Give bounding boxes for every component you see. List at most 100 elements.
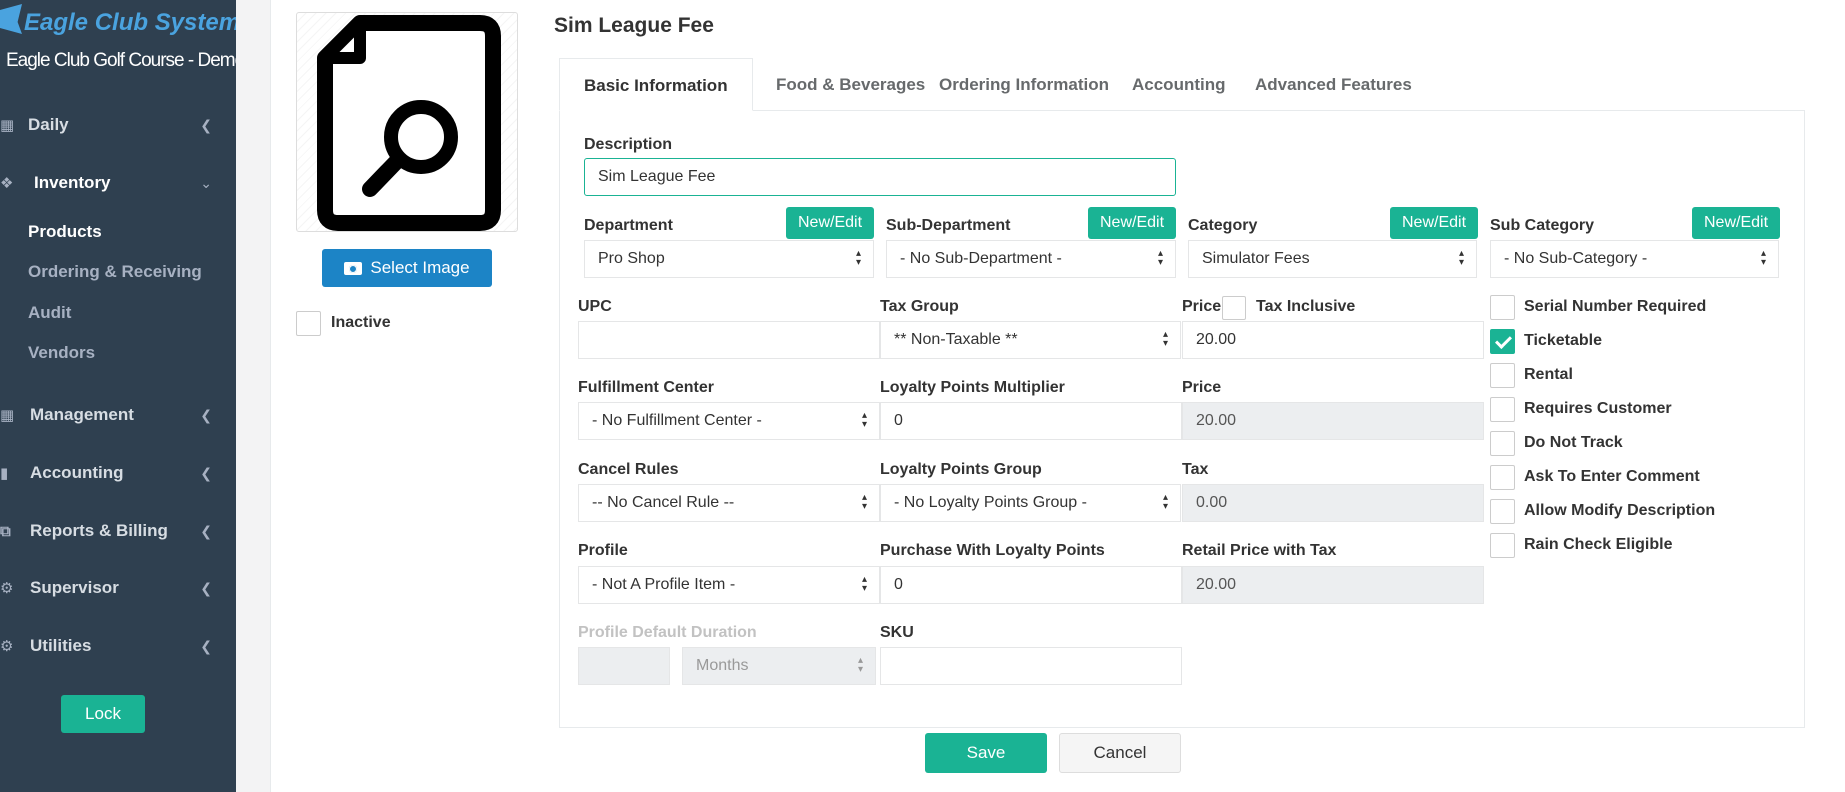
sidebar-subitem-products[interactable]: Products — [28, 217, 102, 247]
sidebar-item-management[interactable]: ▦ Management ❮ — [0, 390, 236, 440]
requires-customer-checkbox[interactable] — [1490, 397, 1515, 422]
lock-button[interactable]: Lock — [61, 695, 145, 733]
retail-price-tax-field: 20.00 — [1182, 566, 1484, 604]
cancel-rules-label: Cancel Rules — [578, 461, 679, 478]
tax-group-select[interactable]: ** Non-Taxable ** — [880, 321, 1181, 359]
requires-customer-label: Requires Customer — [1524, 400, 1672, 417]
allow-modify-description-checkbox[interactable] — [1490, 499, 1515, 524]
sidebar-item-label: Management — [30, 405, 134, 424]
tab-advanced-features[interactable]: Advanced Features — [1231, 58, 1436, 111]
sidebar-item-accounting[interactable]: ▮ Accounting ❮ — [0, 448, 236, 498]
serial-number-required-label: Serial Number Required — [1524, 298, 1707, 315]
profile-duration-input — [578, 647, 670, 685]
tab-basic-information[interactable]: Basic Information — [559, 58, 753, 111]
sub-category-select[interactable]: - No Sub-Category - — [1490, 240, 1779, 278]
fulfillment-center-label: Fulfillment Center — [578, 379, 715, 396]
select-image-label: Select Image — [370, 258, 470, 277]
sidebar-subitem-audit[interactable]: Audit — [28, 298, 71, 328]
loyalty-group-label: Loyalty Points Group — [880, 461, 1042, 478]
sidebar-subitem-ordering-receiving[interactable]: Ordering & Receiving — [28, 257, 202, 287]
copy-icon: ⧉ — [0, 522, 11, 540]
select-image-button[interactable]: Select Image — [322, 249, 492, 287]
category-select[interactable]: Simulator Fees — [1188, 240, 1477, 278]
tax-group-label: Tax Group — [880, 298, 959, 315]
loyalty-multiplier-input[interactable]: 0 — [880, 402, 1182, 440]
calendar-icon: ▦ — [0, 117, 15, 134]
sidebar-item-daily[interactable]: ▦ Daily ❮ — [0, 100, 236, 150]
inactive-checkbox[interactable] — [296, 311, 321, 336]
ticketable-label: Ticketable — [1524, 332, 1602, 349]
tab-ordering-information[interactable]: Ordering Information — [915, 58, 1133, 111]
chevron-left-icon: ❮ — [200, 407, 212, 423]
category-new-edit-button[interactable]: New/Edit — [1390, 207, 1478, 239]
department-new-edit-button[interactable]: New/Edit — [786, 207, 874, 239]
sidebar-item-reports-billing[interactable]: ⧉ Reports & Billing ❮ — [0, 506, 236, 556]
sidebar: Eagle Club Systems Eagle Club Golf Cours… — [0, 0, 253, 792]
sidebar-item-label: Inventory — [34, 173, 111, 192]
fulfillment-center-select[interactable]: - No Fulfillment Center - — [578, 402, 880, 440]
profile-select[interactable]: - Not A Profile Item - — [578, 566, 880, 604]
grid-icon: ▦ — [0, 407, 15, 424]
purchase-loyalty-input[interactable]: 0 — [880, 566, 1182, 604]
profile-duration-unit-select: Months — [682, 647, 876, 685]
cancel-rules-select[interactable]: -- No Cancel Rule -- — [578, 484, 880, 522]
rental-label: Rental — [1524, 366, 1573, 383]
inactive-label: Inactive — [331, 314, 391, 331]
sub-category-label: Sub Category — [1490, 217, 1595, 234]
ask-to-enter-comment-checkbox[interactable] — [1490, 465, 1515, 490]
tax-label: Tax — [1182, 461, 1209, 478]
do-not-track-checkbox[interactable] — [1490, 431, 1515, 456]
ticketable-checkbox[interactable] — [1490, 329, 1515, 354]
retail-price-tax-label: Retail Price with Tax — [1182, 542, 1337, 559]
sidebar-item-supervisor[interactable]: ⚙ Supervisor ❮ — [0, 563, 236, 613]
rain-check-eligible-label: Rain Check Eligible — [1524, 536, 1673, 553]
sub-department-new-edit-button[interactable]: New/Edit — [1088, 207, 1176, 239]
purchase-loyalty-label: Purchase With Loyalty Points — [880, 542, 1105, 559]
chevron-left-icon: ❮ — [200, 465, 212, 481]
description-input[interactable]: Sim League Fee — [584, 158, 1176, 196]
sidebar-item-label: Supervisor — [30, 578, 119, 597]
sidebar-item-label: Reports & Billing — [30, 521, 168, 540]
category-label: Category — [1188, 217, 1258, 234]
sidebar-item-label: Utilities — [30, 636, 92, 655]
loyalty-multiplier-label: Loyalty Points Multiplier — [880, 379, 1065, 396]
tax-inclusive-checkbox[interactable] — [1222, 296, 1246, 320]
brand-name: Eagle Club Systems — [24, 9, 254, 36]
sidebar-subitem-vendors[interactable]: Vendors — [28, 338, 95, 368]
sidebar-item-inventory[interactable]: ❖ Inventory ⌄ — [0, 158, 236, 208]
upc-label: UPC — [578, 298, 612, 315]
sidebar-item-utilities[interactable]: ⚙ Utilities ❮ — [0, 621, 236, 671]
camera-icon — [344, 261, 363, 275]
department-select[interactable]: Pro Shop — [584, 240, 874, 278]
brand-logo[interactable]: Eagle Club Systems — [0, 4, 253, 37]
loyalty-group-select[interactable]: - No Loyalty Points Group - — [880, 484, 1181, 522]
chevron-down-icon: ⌄ — [200, 175, 212, 191]
upc-input[interactable] — [578, 321, 880, 359]
price-readonly-field: 20.00 — [1182, 402, 1484, 440]
sub-department-label: Sub-Department — [886, 217, 1011, 234]
cubes-icon: ❖ — [0, 175, 14, 192]
tax-inclusive-label: Tax Inclusive — [1256, 298, 1356, 315]
profile-label: Profile — [578, 542, 628, 559]
chevron-left-icon: ❮ — [200, 523, 212, 539]
serial-number-required-checkbox[interactable] — [1490, 295, 1515, 320]
tab-accounting[interactable]: Accounting — [1108, 58, 1250, 111]
allow-modify-description-label: Allow Modify Description — [1524, 502, 1716, 519]
tax-field: 0.00 — [1182, 484, 1484, 522]
ask-to-enter-comment-label: Ask To Enter Comment — [1524, 468, 1700, 485]
rain-check-eligible-checkbox[interactable] — [1490, 533, 1515, 558]
department-label: Department — [584, 217, 673, 234]
page-title: Sim League Fee — [554, 14, 714, 37]
save-button[interactable]: Save — [925, 733, 1047, 773]
product-image-box — [296, 12, 518, 232]
sku-input[interactable] — [880, 647, 1182, 685]
do-not-track-label: Do Not Track — [1524, 434, 1623, 451]
sub-department-select[interactable]: - No Sub-Department - — [886, 240, 1176, 278]
sub-category-new-edit-button[interactable]: New/Edit — [1692, 207, 1780, 239]
cancel-button[interactable]: Cancel — [1059, 733, 1181, 773]
chevron-left-icon: ❮ — [200, 580, 212, 596]
gear-icon: ⚙ — [0, 638, 14, 655]
rental-checkbox[interactable] — [1490, 363, 1515, 388]
price-label: Price — [1182, 298, 1222, 315]
price-input[interactable]: 20.00 — [1182, 321, 1484, 359]
